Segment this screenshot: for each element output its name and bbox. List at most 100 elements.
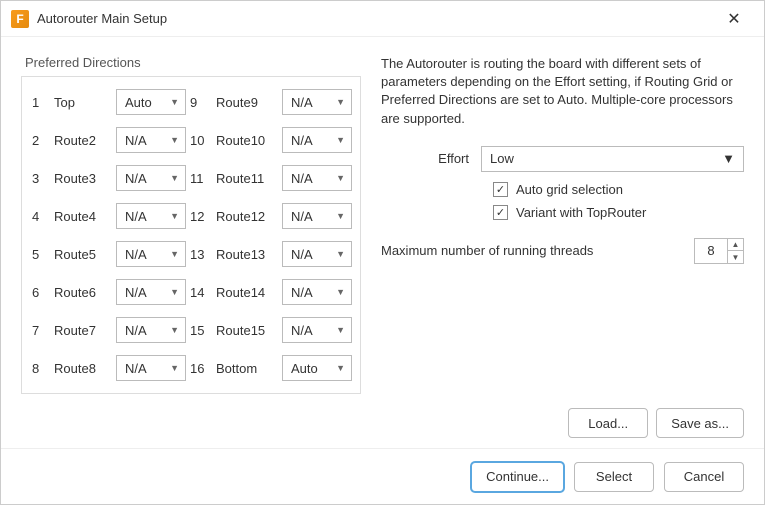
layer-number: 5 (32, 247, 50, 262)
chevron-down-icon: ▼ (336, 363, 345, 373)
layer-number: 4 (32, 209, 50, 224)
dropdown-value: N/A (291, 171, 313, 186)
select-button[interactable]: Select (574, 462, 654, 492)
direction-dropdown[interactable]: N/A▼ (116, 165, 186, 191)
description-text: The Autorouter is routing the board with… (381, 55, 744, 128)
preferred-directions-grid: 1TopAuto▼9Route9N/A▼2Route2N/A▼10Route10… (32, 89, 350, 381)
direction-dropdown[interactable]: N/A ▼ (116, 279, 186, 305)
dropdown-value: N/A (125, 361, 147, 376)
layer-number: 12 (190, 209, 212, 224)
content-area: Preferred Directions 1TopAuto▼9Route9N/A… (1, 37, 764, 448)
direction-dropdown[interactable]: N/A▼ (116, 241, 186, 267)
autorouter-setup-window: F Autorouter Main Setup ✕ Preferred Dire… (0, 0, 765, 505)
layer-name: Route9 (216, 95, 278, 110)
chevron-down-icon: ▼ (336, 97, 345, 107)
layer-name: Route11 (216, 171, 278, 186)
dropdown-value: Auto (291, 361, 318, 376)
direction-dropdown[interactable]: N/A ▼ (282, 203, 352, 229)
auto-grid-checkbox[interactable]: ✓ (493, 182, 508, 197)
dropdown-value: N/A (125, 133, 147, 148)
direction-dropdown[interactable]: N/A ▼ (116, 127, 186, 153)
preferred-directions-label: Preferred Directions (21, 55, 361, 70)
effort-value: Low (490, 151, 514, 166)
dropdown-value: N/A (125, 323, 147, 338)
layer-name: Route5 (54, 247, 112, 262)
effort-dropdown[interactable]: Low ▼ (481, 146, 744, 172)
chevron-down-icon: ▼ (170, 363, 179, 373)
layer-number: 2 (32, 133, 50, 148)
direction-dropdown[interactable]: N/A▼ (282, 241, 352, 267)
chevron-down-icon: ▼ (336, 211, 345, 221)
layer-number: 8 (32, 361, 50, 376)
dropdown-value: N/A (291, 285, 313, 300)
layer-name: Route4 (54, 209, 112, 224)
close-button[interactable]: ✕ (714, 5, 754, 33)
layer-name: Route13 (216, 247, 278, 262)
layer-number: 6 (32, 285, 50, 300)
toprouter-checkbox[interactable]: ✓ (493, 205, 508, 220)
continue-button[interactable]: Continue... (471, 462, 564, 492)
dropdown-value: N/A (291, 209, 313, 224)
direction-dropdown[interactable]: N/A ▼ (282, 89, 352, 115)
layer-number: 13 (190, 247, 212, 262)
layer-name: Route8 (54, 361, 112, 376)
layer-name: Route12 (216, 209, 278, 224)
direction-dropdown[interactable]: N/A ▼ (116, 203, 186, 229)
layer-name: Route14 (216, 285, 278, 300)
chevron-down-icon: ▼ (722, 151, 735, 166)
dropdown-value: N/A (125, 247, 147, 262)
preferred-directions-column: Preferred Directions 1TopAuto▼9Route9N/A… (21, 55, 361, 438)
layer-name: Route3 (54, 171, 112, 186)
threads-label: Maximum number of running threads (381, 243, 684, 258)
direction-dropdown[interactable]: N/A ▼ (282, 165, 352, 191)
spinner-down-icon[interactable]: ▼ (728, 251, 743, 263)
layer-number: 9 (190, 95, 212, 110)
check-icon: ✓ (496, 183, 505, 196)
direction-dropdown[interactable]: N/A▼ (282, 317, 352, 343)
direction-dropdown[interactable]: N/A▼ (116, 317, 186, 343)
layer-number: 15 (190, 323, 212, 338)
load-save-buttons: Load... Save as... (381, 398, 744, 438)
chevron-down-icon: ▼ (170, 135, 179, 145)
direction-dropdown[interactable]: Auto ▼ (116, 89, 186, 115)
direction-dropdown[interactable]: N/A ▼ (282, 279, 352, 305)
chevron-down-icon: ▼ (170, 287, 179, 297)
layer-name: Route7 (54, 323, 112, 338)
direction-dropdown[interactable]: N/A ▼ (282, 127, 352, 153)
load-button[interactable]: Load... (568, 408, 648, 438)
save-as-button[interactable]: Save as... (656, 408, 744, 438)
effort-label: Effort (381, 151, 481, 166)
dropdown-value: Auto (125, 95, 152, 110)
chevron-down-icon: ▼ (170, 211, 179, 221)
chevron-down-icon: ▼ (336, 135, 345, 145)
settings-column: The Autorouter is routing the board with… (381, 55, 744, 438)
layer-name: Route2 (54, 133, 112, 148)
layer-name: Route15 (216, 323, 278, 338)
cancel-button[interactable]: Cancel (664, 462, 744, 492)
toprouter-row: ✓ Variant with TopRouter (493, 205, 744, 220)
chevron-down-icon: ▼ (336, 173, 345, 183)
layer-name: Route10 (216, 133, 278, 148)
layer-number: 10 (190, 133, 212, 148)
chevron-down-icon: ▼ (336, 287, 345, 297)
layer-number: 14 (190, 285, 212, 300)
chevron-down-icon: ▼ (170, 97, 179, 107)
dropdown-value: N/A (291, 95, 313, 110)
dropdown-value: N/A (125, 285, 147, 300)
chevron-down-icon: ▼ (170, 173, 179, 183)
dropdown-value: N/A (125, 209, 147, 224)
direction-dropdown[interactable]: N/A ▼ (116, 355, 186, 381)
dropdown-value: N/A (291, 133, 313, 148)
spinner-up-icon[interactable]: ▲ (728, 239, 743, 252)
layer-number: 1 (32, 95, 50, 110)
preferred-directions-group: 1TopAuto▼9Route9N/A▼2Route2N/A▼10Route10… (21, 76, 361, 394)
titlebar: F Autorouter Main Setup ✕ (1, 1, 764, 37)
layer-number: 11 (190, 171, 212, 186)
direction-dropdown[interactable]: Auto ▼ (282, 355, 352, 381)
dropdown-value: N/A (291, 323, 313, 338)
layer-name: Route6 (54, 285, 112, 300)
spinner-arrows: ▲ ▼ (727, 239, 743, 263)
auto-grid-row: ✓ Auto grid selection (493, 182, 744, 197)
close-icon: ✕ (727, 9, 740, 29)
threads-spinner[interactable]: 8 ▲ ▼ (694, 238, 744, 264)
